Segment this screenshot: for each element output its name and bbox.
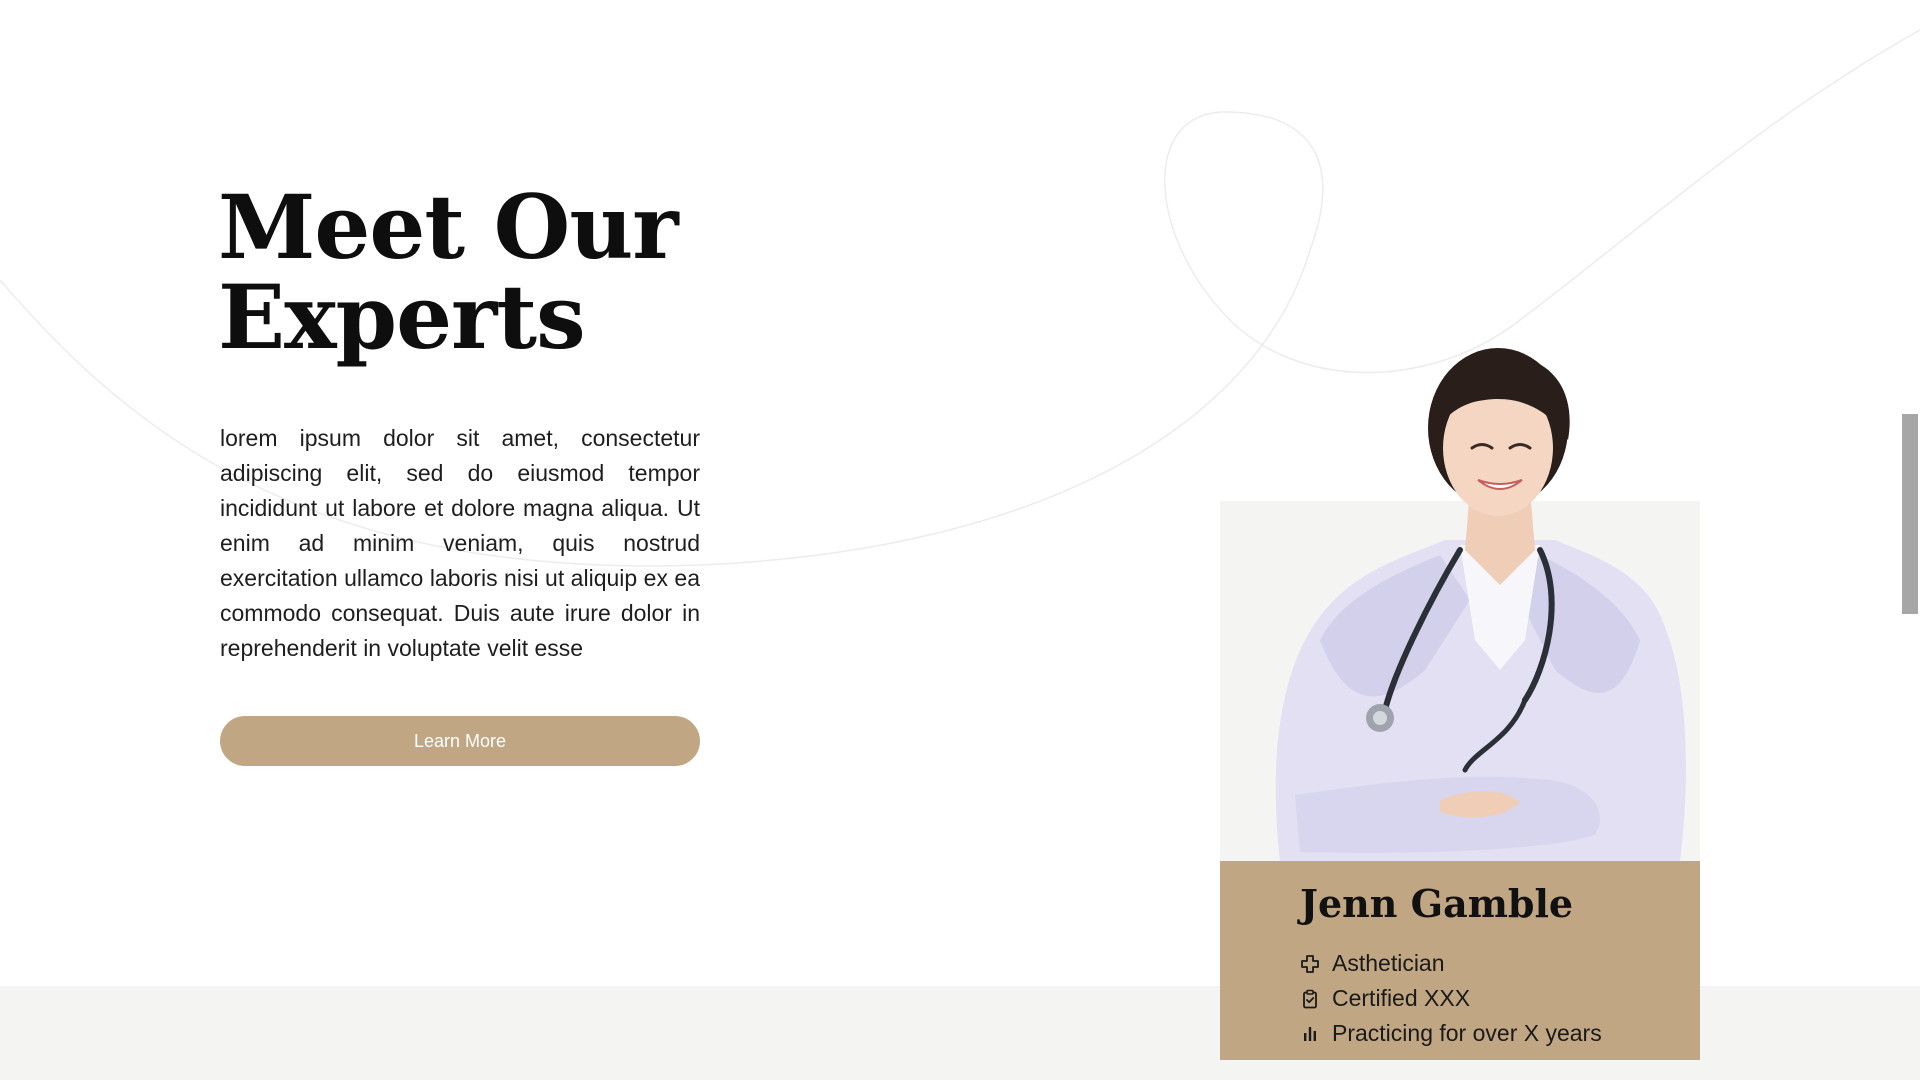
intro-paragraph: lorem ipsum dolor sit amet, consectetur … [220,425,700,661]
medical-cross-icon [1300,954,1320,974]
expert-detail-label: Practicing for over X years [1332,1020,1602,1046]
scrollbar-thumb[interactable] [1902,414,1918,614]
page-title-line-2: Experts [218,265,586,369]
page: Meet Our Experts lorem ipsum dolor sit a… [0,0,1920,1080]
expert-name: Jenn Gamble [1300,881,1574,926]
learn-more-button[interactable]: Learn More [220,716,700,766]
expert-info-panel: Jenn Gamble Asthetician Certified XXX Pr… [1220,861,1700,1060]
clipboard-check-icon [1300,989,1320,1009]
expert-detail-certification: Certified XXX [1300,981,1470,1016]
bar-chart-icon [1300,1024,1320,1044]
expert-detail-experience: Practicing for over X years [1300,1016,1602,1051]
page-title: Meet Our Experts [218,182,738,362]
expert-detail-label: Asthetician [1332,950,1445,976]
expert-detail-specialty: Asthetician [1300,946,1445,981]
expert-detail-label: Certified XXX [1332,985,1471,1011]
expert-card[interactable]: Jenn Gamble Asthetician Certified XXX Pr… [1220,340,1700,1060]
expert-portrait-image [1275,348,1686,861]
page-title-line-1: Meet Our [218,175,679,279]
